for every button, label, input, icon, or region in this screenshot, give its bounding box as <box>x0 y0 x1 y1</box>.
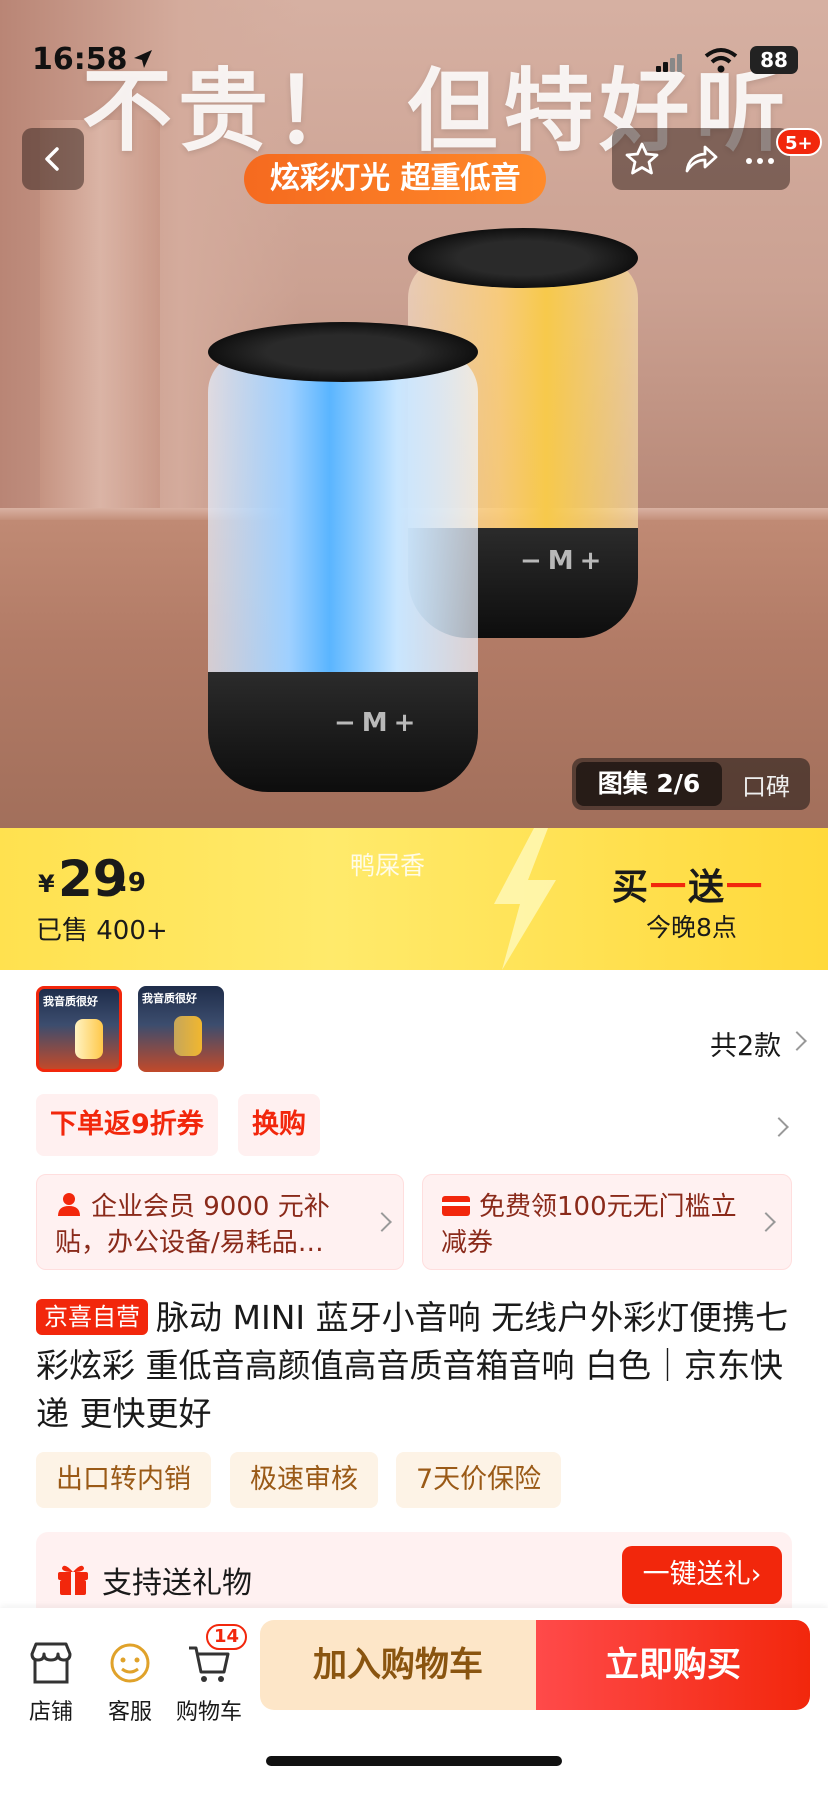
more-options-icon[interactable] <box>742 141 778 177</box>
coupon-benefit[interactable]: 免费领100元无门槛立减券 <box>422 1174 792 1270</box>
favorite-star-icon[interactable] <box>624 141 660 177</box>
thumbnail-caption: 我音质很好 <box>43 995 98 1008</box>
product-page: −M+ −M+ 不贵！ 但特好听 炫彩灯光 超重低音 图集 2/6 口碑 16:… <box>0 0 828 1793</box>
variant-watermark: 鸭屎香 <box>350 851 426 880</box>
gallery-switcher[interactable]: 图集 2/6 口碑 <box>572 758 810 810</box>
promo-buy: 买 <box>612 867 651 908</box>
cart-count-badge: 14 <box>206 1624 248 1650</box>
currency-symbol: ¥ <box>38 870 55 898</box>
benefit-label: 企业会员 9000 元补贴，办公设备/易耗品… <box>55 1192 330 1258</box>
gallery-tab[interactable]: 图集 2/6 <box>576 762 722 806</box>
benefit-label: 免费领100元无门槛立减券 <box>441 1192 737 1258</box>
self-operated-tag: 京喜自营 <box>36 1299 148 1335</box>
promo-dash: 一 <box>726 867 765 908</box>
speaker-blue-image: −M+ <box>208 322 478 792</box>
send-gift-button[interactable]: 一键送礼› <box>622 1546 782 1604</box>
chevron-left-icon <box>45 147 59 171</box>
lightning-bolt-icon <box>494 828 556 970</box>
enterprise-member-benefit[interactable]: 企业会员 9000 元补贴，办公设备/易耗品… <box>36 1174 404 1270</box>
speaker-controls-icon: −M+ <box>334 708 422 738</box>
speaker-base: −M+ <box>208 672 478 792</box>
speaker-cap <box>208 322 478 382</box>
promo-dash: 一 <box>650 867 689 908</box>
promo-time: 今晚8点 <box>646 913 737 942</box>
customer-service-label: 客服 <box>107 1700 152 1725</box>
chevron-right-icon[interactable] <box>769 1117 789 1137</box>
chevron-right-icon <box>372 1212 392 1232</box>
coupon-discount[interactable]: 下单返9折券 <box>36 1094 218 1156</box>
chevron-right-icon <box>787 1031 807 1051</box>
promo-title: 买一送一 <box>612 858 764 910</box>
status-time: 16:58 <box>32 42 128 77</box>
share-icon[interactable] <box>683 141 719 177</box>
gift-label: 支持送礼物 <box>102 1566 252 1601</box>
status-bar: 16:58 88 <box>0 0 828 110</box>
speaker-controls-icon: −M+ <box>520 546 608 576</box>
location-arrow-icon <box>134 50 152 68</box>
buy-now-button[interactable]: 立即购买 <box>536 1620 810 1710</box>
home-indicator <box>266 1756 562 1766</box>
chevron-right-icon <box>756 1212 776 1232</box>
add-to-cart-button[interactable]: 加入购物车 <box>260 1620 536 1710</box>
customer-service-tab[interactable]: 客服 <box>85 1626 175 1726</box>
thumbnail-speaker <box>75 1019 103 1059</box>
cart-label: 购物车 <box>175 1700 242 1725</box>
wifi-icon <box>704 48 738 73</box>
battery-indicator: 88 <box>750 46 798 74</box>
reviews-tab[interactable]: 口碑 <box>722 767 810 802</box>
benefit-text: 企业会员 9000 元补贴，办公设备/易耗品… <box>55 1189 365 1261</box>
variant-count[interactable]: 共2款 <box>710 1024 781 1063</box>
price-decimal: .9 <box>118 868 146 898</box>
product-title-text: 脉动 MINI 蓝牙小音响 无线户外彩灯便携七彩炫彩 重低音高颜值高音质音箱音响… <box>36 1298 789 1433</box>
variant-thumbnail-white[interactable]: 我音质很好 <box>36 986 122 1072</box>
bottom-action-bar: 店铺 客服 购物车 14 加入购物车 立即购买 <box>0 1608 828 1793</box>
speaker-body <box>208 352 478 722</box>
store-tab[interactable]: 店铺 <box>6 1626 96 1726</box>
sold-count: 已售 400+ <box>36 916 168 946</box>
promo-gift: 送 <box>688 867 727 908</box>
store-label: 店铺 <box>28 1700 73 1725</box>
service-tag[interactable]: 7天价保险 <box>396 1452 562 1508</box>
store-icon <box>30 1642 72 1684</box>
top-action-group <box>612 128 790 190</box>
card-icon <box>442 1196 470 1216</box>
service-tag[interactable]: 出口转内销 <box>36 1452 211 1508</box>
product-image-carousel[interactable]: −M+ −M+ 不贵！ 但特好听 炫彩灯光 超重低音 图集 2/6 口碑 <box>0 0 828 828</box>
notification-badge: 5+ <box>776 128 822 156</box>
hero-tagline: 炫彩灯光 超重低音 <box>244 154 547 204</box>
thumbnail-caption: 我音质很好 <box>142 992 197 1005</box>
cellular-signal-icon <box>656 54 682 72</box>
coupon-exchange[interactable]: 换购 <box>238 1094 320 1156</box>
price-banner: ¥ 29 .9 已售 400+ 鸭屎香 买一送一 今晚8点 <box>0 828 828 970</box>
customer-service-icon <box>110 1643 150 1683</box>
benefit-text: 免费领100元无门槛立减券 <box>441 1189 751 1261</box>
person-icon <box>58 1193 80 1216</box>
gift-icon <box>58 1565 88 1595</box>
back-button[interactable] <box>22 128 84 190</box>
variant-thumbnail-black[interactable]: 我音质很好 <box>138 986 224 1072</box>
product-title: 京喜自营 脉动 MINI 蓝牙小音响 无线户外彩灯便携七彩炫彩 重低音高颜值高音质… <box>36 1294 796 1438</box>
thumbnail-speaker <box>174 1016 202 1056</box>
speaker-cap <box>408 228 638 288</box>
service-tag[interactable]: 极速审核 <box>230 1452 378 1508</box>
